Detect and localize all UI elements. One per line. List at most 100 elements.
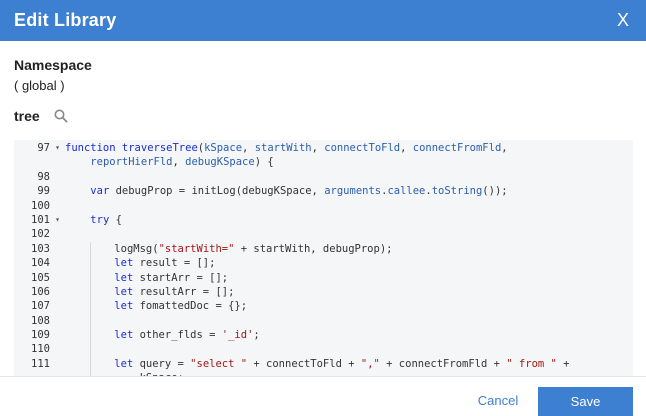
code-text: let other_flds = '_id';: [65, 328, 260, 343]
code-token: resultArr = [];: [139, 285, 235, 298]
line-number: 107: [31, 300, 50, 313]
line-number: [14, 155, 50, 169]
indent-guide: [90, 284, 114, 300]
code-line: 107 let fomattedDoc = {};: [14, 299, 633, 314]
code-text: let startArr = [];: [65, 270, 229, 285]
indent-guide: [90, 241, 114, 257]
code-token: "select ": [190, 357, 248, 370]
indent-guide: [90, 256, 114, 271]
code-line: 108: [14, 313, 633, 329]
library-name: tree: [14, 108, 40, 124]
indent-guide: [90, 299, 114, 314]
code-token: logMsg(: [114, 242, 159, 255]
line-number: 104: [31, 257, 50, 270]
indent-guide: [90, 328, 114, 343]
line-number: 109: [31, 329, 50, 342]
fold-caret-icon[interactable]: ▾: [50, 213, 65, 227]
code-token: ;: [253, 329, 260, 342]
code-text: [65, 313, 114, 329]
code-line: 103 logMsg("startWith=" + startWith, deb…: [14, 241, 633, 257]
code-token: ());: [482, 185, 508, 198]
code-line: 104 let result = [];: [14, 256, 633, 271]
search-icon[interactable]: [54, 109, 68, 123]
namespace-label: Namespace: [14, 57, 92, 73]
code-token: debugKSpace: [185, 156, 255, 169]
indent-guide: [90, 342, 114, 357]
code-token: ,: [172, 156, 186, 169]
line-number: 108: [31, 314, 50, 327]
namespace-value: ( global ): [14, 78, 65, 93]
code-token: let: [114, 257, 140, 270]
dialog-titlebar: Edit Library X: [0, 0, 646, 41]
line-number: 103: [31, 242, 50, 255]
dialog-title: Edit Library: [14, 10, 117, 30]
code-token: reportHierFld: [90, 156, 173, 169]
code-token: function: [65, 142, 122, 154]
code-text: logMsg("startWith=" + startWith, debugPr…: [65, 241, 393, 257]
line-number: 111: [31, 357, 50, 370]
line-number: 97: [37, 142, 50, 154]
code-token: '_id': [221, 329, 254, 342]
cancel-button[interactable]: Cancel: [470, 386, 526, 414]
close-icon[interactable]: X: [617, 10, 629, 31]
code-token: let: [114, 271, 140, 284]
code-token: arguments: [324, 185, 382, 198]
code-line: 100: [14, 199, 633, 213]
code-text: [65, 342, 114, 357]
code-text: function traverseTree(kSpace, startWith,…: [65, 141, 508, 155]
code-line: 105 let startArr = [];: [14, 270, 633, 285]
code-token: query =: [139, 357, 191, 370]
code-line: 109 let other_flds = '_id';: [14, 328, 633, 343]
code-line: 98: [14, 170, 633, 184]
code-token: +: [556, 357, 570, 370]
code-token: ,: [311, 142, 325, 154]
code-token: traverseTree: [121, 142, 198, 154]
code-editor[interactable]: 97 ▾ function traverseTree(kSpace, startWi…: [14, 140, 633, 376]
code-token: ",": [360, 357, 380, 370]
code-line: 102: [14, 227, 633, 241]
code-token: + startWith, debugProp);: [234, 242, 393, 255]
code-token: fomattedDoc = {};: [139, 300, 248, 313]
code-token: "startWith=": [158, 242, 235, 255]
save-button[interactable]: Save: [538, 387, 633, 416]
line-number: 102: [31, 228, 50, 241]
indent-guide: [90, 270, 114, 285]
code-text: try {: [65, 213, 122, 227]
fold-caret-icon[interactable]: ▾: [50, 141, 65, 155]
code-token: ,: [400, 142, 413, 154]
indent-guide: [90, 313, 114, 329]
code-token: " from ": [506, 357, 557, 370]
code-line: 97 ▾ function traverseTree(kSpace, startWi…: [14, 141, 633, 155]
indent-guide: [90, 356, 114, 372]
code-line: reportHierFld, debugKSpace) {: [14, 155, 633, 169]
code-token: connectFromFld: [412, 142, 502, 154]
line-number: 101: [31, 213, 50, 226]
code-token: startWith: [254, 142, 312, 154]
code-line: 99 var debugProp = initLog(debugKSpace, …: [14, 184, 633, 198]
code-token: ) {: [254, 156, 274, 169]
code-token: ,: [242, 142, 255, 154]
line-number: 105: [31, 271, 50, 284]
line-number: 99: [37, 185, 50, 198]
line-number: 106: [31, 285, 50, 298]
code-token: kSpace: [204, 142, 243, 154]
code-token: try: [90, 213, 116, 226]
code-text: var debugProp = initLog(debugKSpace, arg…: [65, 184, 508, 198]
code-token: toString: [431, 185, 483, 198]
code-token: startArr = [];: [139, 271, 229, 284]
code-token: let: [114, 285, 140, 298]
code-token: ,: [501, 142, 508, 154]
